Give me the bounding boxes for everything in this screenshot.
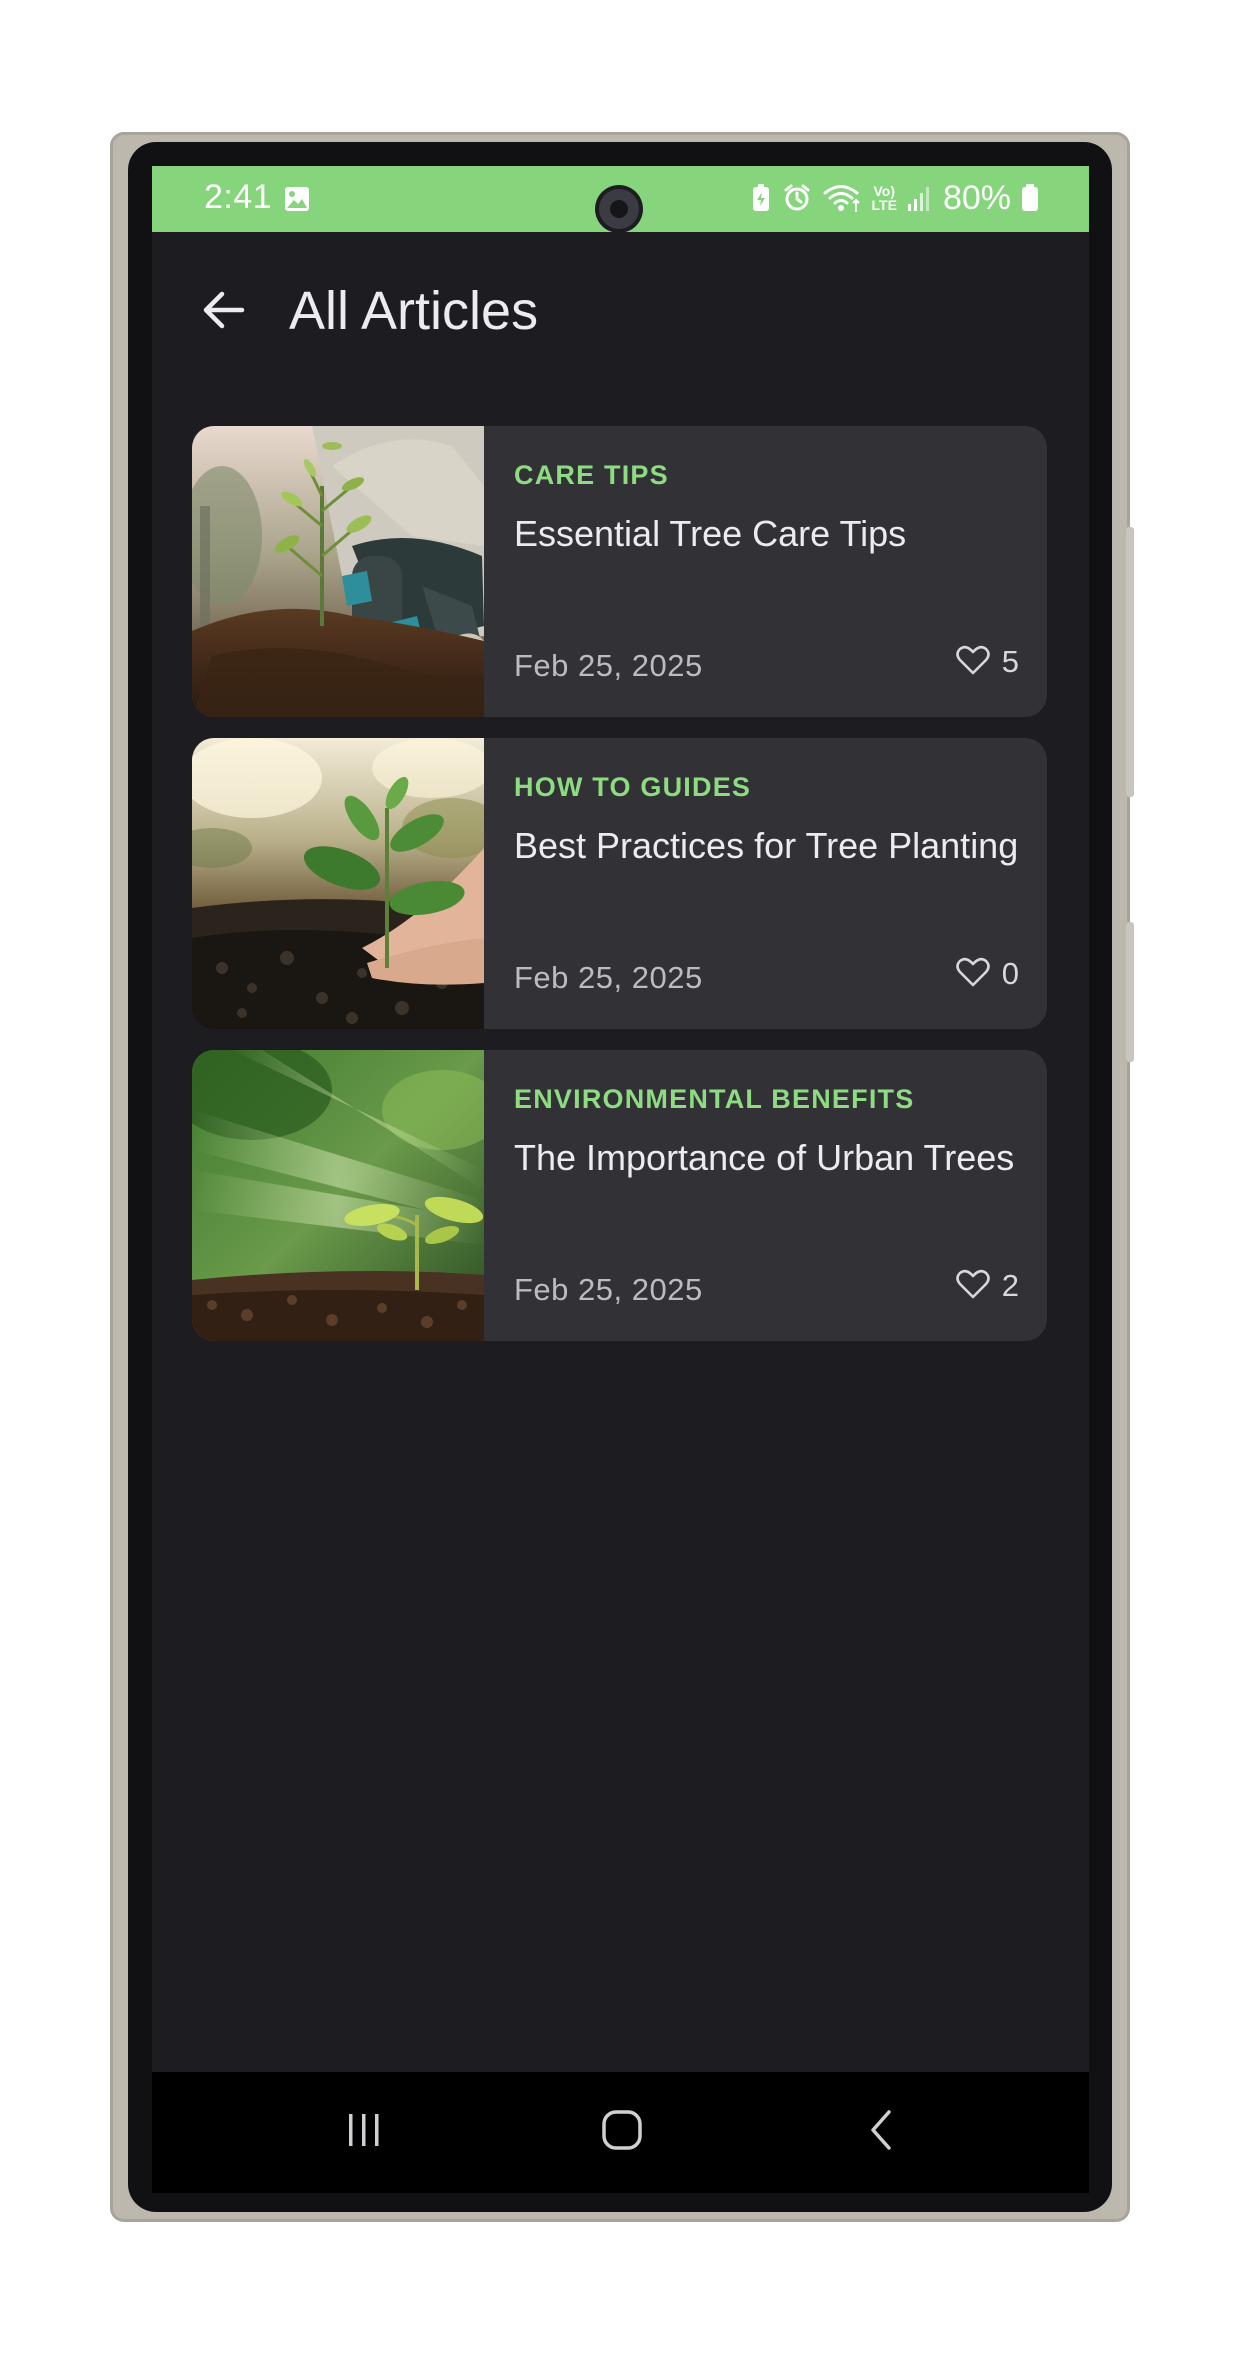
article-card[interactable]: ENVIRONMENTAL BENEFITS The Importance of… xyxy=(192,1050,1047,1341)
article-thumbnail xyxy=(192,1050,484,1341)
like-count: 5 xyxy=(1001,644,1019,679)
signal-icon xyxy=(907,184,933,212)
article-title: Best Practices for Tree Planting xyxy=(514,825,1019,866)
like-button[interactable]: 2 xyxy=(955,1268,1019,1304)
back-icon xyxy=(867,2108,897,2157)
article-category: ENVIRONMENTAL BENEFITS xyxy=(514,1084,915,1114)
volume-button xyxy=(1126,527,1134,797)
screen: 2:41 Vo) LTE 80% All Articles CARE TIPS … xyxy=(152,166,1089,2193)
article-list: CARE TIPS Essential Tree Care Tips Feb 2… xyxy=(192,426,1047,1362)
article-date: Feb 25, 2025 xyxy=(514,648,703,683)
battery-saver-icon xyxy=(750,183,772,213)
heart-icon xyxy=(955,957,990,992)
status-time: 2:41 xyxy=(204,178,273,216)
article-date: Feb 25, 2025 xyxy=(514,960,703,995)
article-category: CARE TIPS xyxy=(514,460,669,490)
article-card[interactable]: HOW TO GUIDES Best Practices for Tree Pl… xyxy=(192,738,1047,1029)
system-nav-bar xyxy=(152,2072,1089,2193)
back-button[interactable] xyxy=(194,282,254,342)
status-bar: 2:41 Vo) LTE 80% xyxy=(152,166,1089,232)
image-icon xyxy=(284,186,310,212)
battery-icon xyxy=(1021,184,1039,212)
volte-icon: Vo) LTE xyxy=(872,184,897,212)
article-title: The Importance of Urban Trees xyxy=(514,1137,1015,1178)
article-category: HOW TO GUIDES xyxy=(514,772,752,802)
nav-back-button[interactable] xyxy=(842,2102,922,2162)
like-count: 0 xyxy=(1001,956,1019,991)
article-thumbnail xyxy=(192,738,484,1029)
like-button[interactable]: 5 xyxy=(955,644,1019,680)
page-title: All Articles xyxy=(289,281,539,341)
like-button[interactable]: 0 xyxy=(955,956,1019,992)
volte-label-bottom: LTE xyxy=(871,197,897,213)
alarm-icon xyxy=(782,183,812,213)
recent-apps-button[interactable] xyxy=(324,2102,404,2162)
front-camera xyxy=(599,189,639,229)
power-button xyxy=(1126,922,1134,1062)
home-icon xyxy=(600,2108,644,2157)
article-content: HOW TO GUIDES Best Practices for Tree Pl… xyxy=(514,738,1019,1029)
article-date: Feb 25, 2025 xyxy=(514,1272,703,1307)
article-title: Essential Tree Care Tips xyxy=(514,513,907,554)
app-bar: All Articles xyxy=(152,232,1089,384)
volte-label-top: Vo) xyxy=(873,183,895,199)
heart-icon xyxy=(955,645,990,680)
home-button[interactable] xyxy=(582,2102,662,2162)
heart-icon xyxy=(955,1269,990,1304)
like-count: 2 xyxy=(1001,1268,1019,1303)
article-card[interactable]: CARE TIPS Essential Tree Care Tips Feb 2… xyxy=(192,426,1047,717)
battery-percent: 80% xyxy=(942,178,1011,217)
article-thumbnail xyxy=(192,426,484,717)
wifi-icon xyxy=(822,182,862,214)
arrow-back-icon xyxy=(202,290,246,335)
status-icons: Vo) LTE 80% xyxy=(750,176,1039,220)
recent-apps-icon xyxy=(344,2110,384,2155)
article-content: CARE TIPS Essential Tree Care Tips Feb 2… xyxy=(514,426,1019,717)
article-content: ENVIRONMENTAL BENEFITS The Importance of… xyxy=(514,1050,1019,1341)
